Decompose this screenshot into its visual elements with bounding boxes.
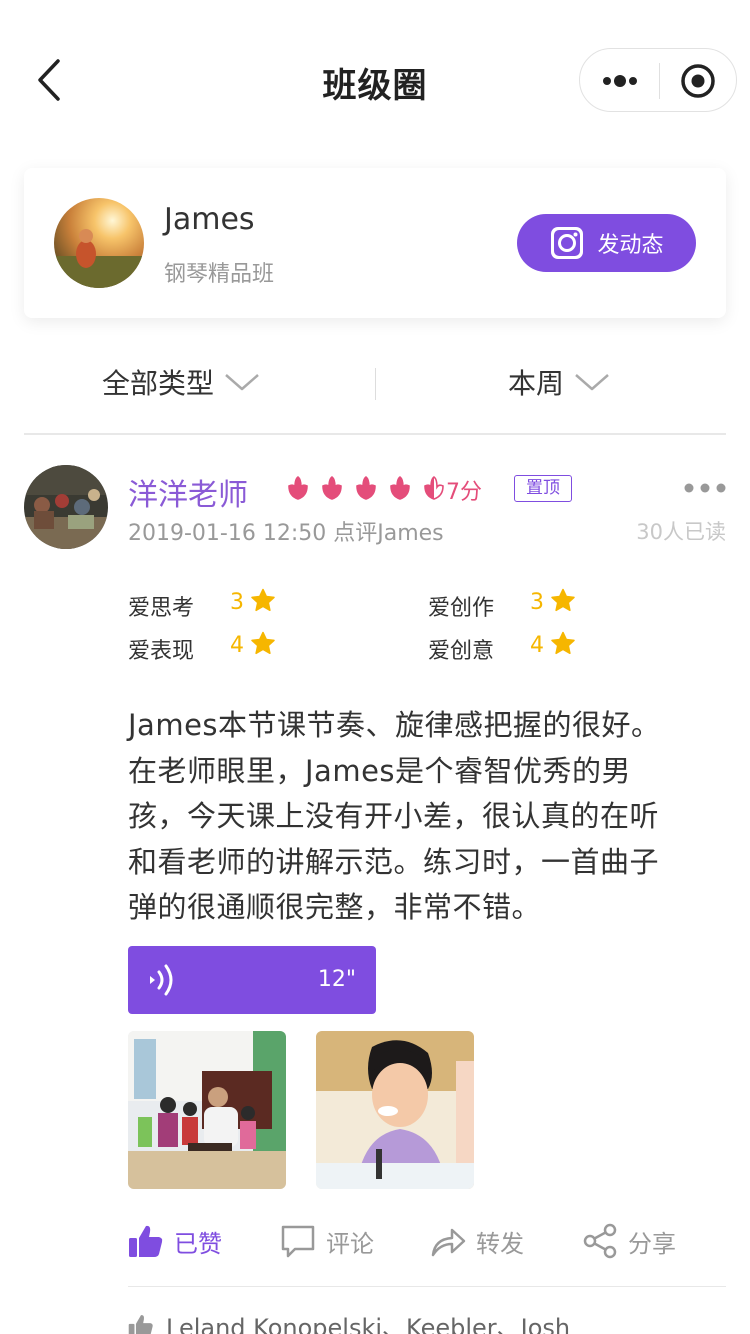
thumbs-up-icon [129, 1225, 163, 1257]
profile-card: James 钢琴精品班 发动态 [24, 168, 726, 318]
teacher-avatar[interactable] [24, 465, 108, 549]
profile-class: 钢琴精品班 [164, 262, 275, 287]
more-options-icon[interactable] [684, 482, 726, 494]
comment-button[interactable]: 评论 [280, 1223, 374, 1259]
filter-bar: 全部类型 本周 [0, 350, 750, 416]
rating-item: 爱思考 3 [128, 588, 275, 622]
post-meta: 2019-01-16 12:50 点评James [128, 521, 444, 546]
star-icon [251, 631, 275, 655]
teacher-name[interactable]: 洋洋老师 [128, 470, 248, 514]
comment-icon [281, 1225, 315, 1258]
like-label: 已赞 [174, 1229, 222, 1258]
thumbs-up-icon [128, 1314, 153, 1334]
chevron-down-icon [575, 374, 609, 391]
share-button[interactable]: 分享 [582, 1223, 676, 1259]
close-target-icon[interactable] [680, 63, 716, 99]
forward-arrow-icon [431, 1228, 466, 1257]
post-text-line: 和看老师的讲解示范。练习时，一首曲子 [128, 844, 660, 879]
rating-label: 爱创作 [428, 596, 495, 621]
type-filter-label: 全部类型 [102, 367, 215, 400]
rating-value: 4 [530, 633, 544, 658]
star-icon [251, 588, 275, 612]
post-text-line: 弹的很通顺很完整，非常不错。 [128, 890, 542, 924]
voice-message[interactable]: 12" [128, 946, 376, 1014]
flower-rating [284, 474, 448, 502]
period-filter[interactable]: 本周 [508, 362, 610, 402]
more-dots-icon[interactable] [602, 65, 638, 97]
chevron-down-icon [225, 374, 259, 391]
post-update-button[interactable]: 发动态 [517, 214, 696, 272]
divider [128, 1286, 726, 1287]
score-label: 7分 [446, 480, 482, 505]
read-count[interactable]: 30人已读 [636, 516, 726, 546]
share-label: 分享 [628, 1229, 676, 1258]
likers-row: Leland Konopelski、Keebler、Josh [128, 1308, 570, 1334]
profile-name: James [164, 202, 255, 237]
divider [24, 433, 726, 435]
forward-label: 转发 [476, 1229, 524, 1258]
capsule-divider [659, 63, 660, 99]
post-text-line: 在老师眼里，James是个睿智优秀的男 [128, 753, 632, 788]
post-actions: 已赞 评论 转发 分享 [0, 1215, 750, 1265]
post-photo[interactable] [316, 1031, 474, 1189]
flower-icon [356, 476, 376, 500]
miniprogram-capsule [579, 48, 737, 112]
post-text: James本节课节奏、旋律感把握的很好。 在老师眼里，James是个睿智优秀的男… [128, 703, 728, 931]
rating-label: 爱表现 [128, 639, 195, 664]
rating-item: 爱创意 4 [428, 631, 575, 665]
like-button[interactable]: 已赞 [128, 1223, 222, 1259]
flower-icon [288, 476, 308, 500]
post-photo[interactable] [128, 1031, 286, 1189]
likers-names[interactable]: Leland Konopelski、Keebler、Josh [166, 1308, 570, 1334]
rating-value: 3 [230, 590, 244, 615]
voice-duration: 12" [317, 967, 356, 992]
flower-icon [390, 476, 410, 500]
forward-button[interactable]: 转发 [430, 1223, 524, 1259]
rating-value: 4 [230, 633, 244, 658]
flower-icon [322, 476, 342, 500]
type-filter[interactable]: 全部类型 [102, 362, 260, 402]
pinned-badge: 置顶 [514, 475, 572, 502]
star-icon [551, 631, 575, 655]
filter-divider [375, 368, 376, 400]
rating-item: 爱创作 3 [428, 588, 575, 622]
post-button-label: 发动态 [597, 233, 664, 258]
post-text-line: James本节课节奏、旋律感把握的很好。 [128, 708, 661, 742]
rating-item: 爱表现 4 [128, 631, 275, 665]
avatar[interactable] [54, 198, 144, 288]
camera-icon [551, 227, 584, 259]
rating-label: 爱思考 [128, 596, 195, 621]
post-text-line: 孩，今天课上没有开小差，很认真的在听 [128, 799, 660, 833]
flower-icon [424, 476, 444, 500]
rating-value: 3 [530, 590, 544, 615]
rating-label: 爱创意 [428, 639, 495, 664]
voice-wave-icon [150, 964, 173, 996]
star-icon [551, 588, 575, 612]
nav-bar: 班级圈 [0, 0, 750, 160]
comment-label: 评论 [326, 1229, 374, 1258]
period-filter-label: 本周 [508, 367, 565, 400]
share-icon [583, 1223, 617, 1259]
